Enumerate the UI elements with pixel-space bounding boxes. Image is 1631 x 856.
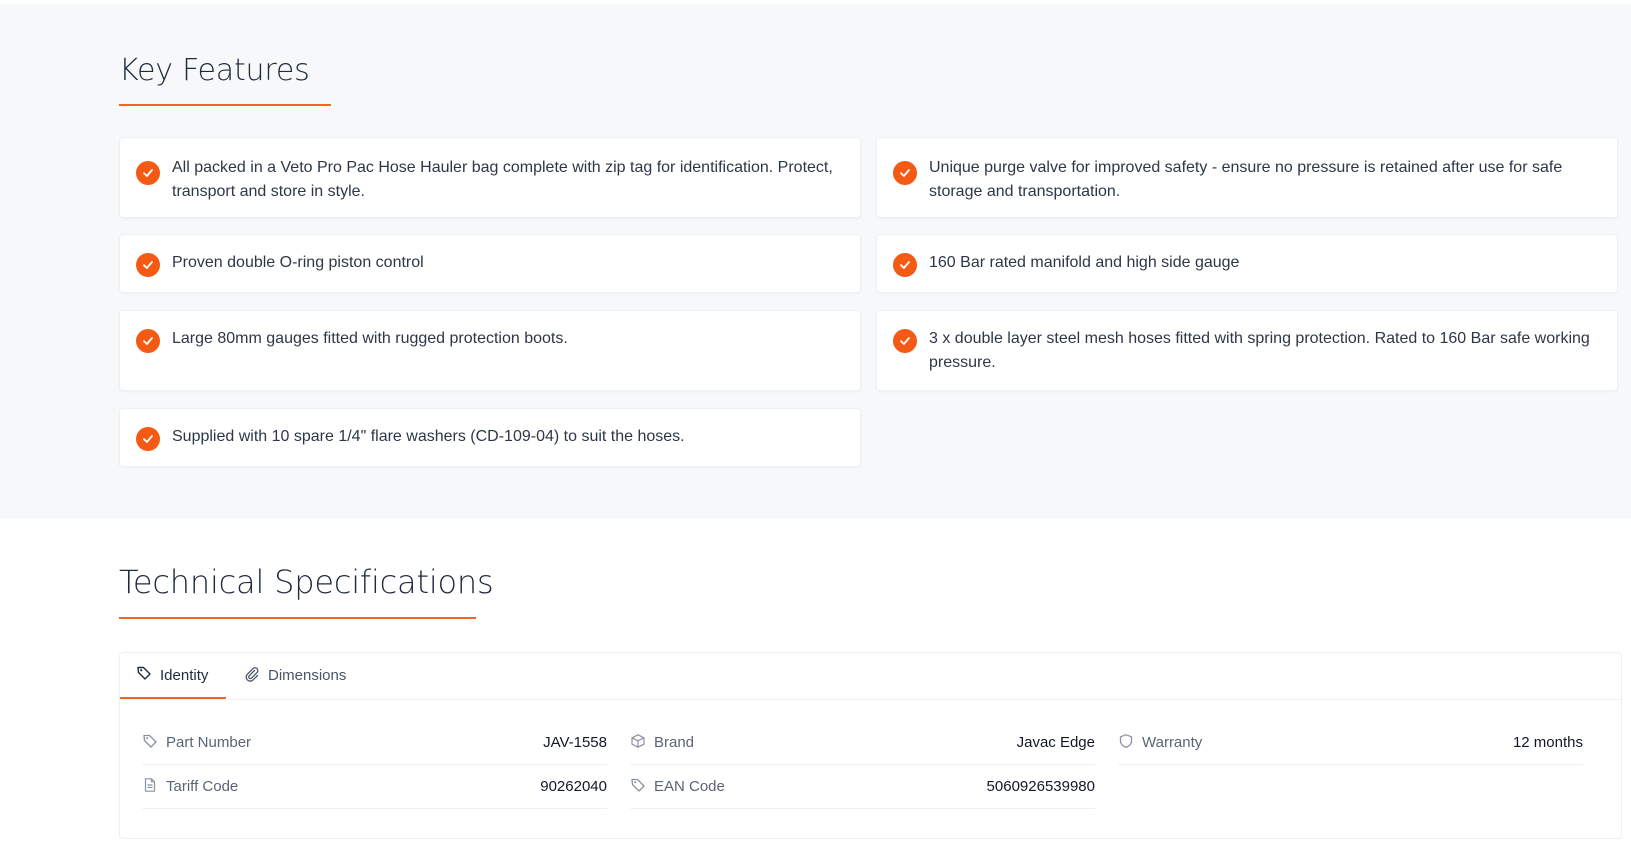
spec-value: 12 months bbox=[1512, 734, 1583, 751]
check-circle-icon bbox=[893, 329, 917, 353]
feature-card: Proven double O-ring piston control bbox=[119, 234, 861, 293]
spec-label: EAN Code bbox=[654, 778, 725, 795]
feature-card: 3 x double layer steel mesh hoses fitted… bbox=[876, 310, 1618, 391]
key-features-title: Key Features bbox=[119, 53, 310, 88]
feature-text: Large 80mm gauges fitted with rugged pro… bbox=[172, 330, 568, 347]
feature-text: All packed in a Veto Pro Pac Hose Hauler… bbox=[172, 159, 833, 200]
feature-text: 3 x double layer steel mesh hoses fitted… bbox=[929, 330, 1590, 371]
document-icon bbox=[142, 777, 166, 797]
paperclip-icon bbox=[244, 666, 268, 686]
spec-value: JAV-1558 bbox=[543, 734, 607, 751]
feature-card: Large 80mm gauges fitted with rugged pro… bbox=[119, 310, 861, 391]
tag-icon bbox=[136, 665, 160, 685]
tab-dimensions[interactable]: Dimensions bbox=[244, 653, 346, 698]
spec-row-brand: Brand Javac Edge bbox=[630, 721, 1095, 765]
feature-text: Proven double O-ring piston control bbox=[172, 254, 424, 271]
check-circle-icon bbox=[893, 161, 917, 185]
technical-specifications-title: Technical Specifications bbox=[119, 563, 494, 601]
feature-text: Supplied with 10 spare 1/4" flare washer… bbox=[172, 428, 685, 445]
check-circle-icon bbox=[136, 253, 160, 277]
spec-label: Tariff Code bbox=[166, 778, 239, 795]
box-icon bbox=[630, 733, 654, 753]
check-circle-icon bbox=[136, 329, 160, 353]
spec-label: Brand bbox=[654, 734, 695, 751]
tab-identity[interactable]: Identity bbox=[120, 653, 226, 699]
spec-value: 5060926539980 bbox=[986, 778, 1095, 795]
spec-row-ean-code: EAN Code 5060926539980 bbox=[630, 765, 1095, 809]
spec-label: Warranty bbox=[1142, 734, 1203, 751]
feature-text: Unique purge valve for improved safety -… bbox=[929, 159, 1563, 200]
feature-card: All packed in a Veto Pro Pac Hose Hauler… bbox=[119, 137, 861, 218]
spec-tab-bar: Identity Dimensions bbox=[120, 653, 1621, 700]
check-circle-icon bbox=[893, 253, 917, 277]
feature-card: 160 Bar rated manifold and high side gau… bbox=[876, 234, 1618, 293]
tab-label: Identity bbox=[160, 666, 209, 684]
spec-row-part-number: Part Number JAV-1558 bbox=[142, 721, 607, 765]
spec-value: Javac Edge bbox=[1016, 734, 1095, 751]
spec-row-warranty: Warranty 12 months bbox=[1118, 721, 1583, 765]
spec-value: 90262040 bbox=[540, 778, 607, 795]
feature-card: Supplied with 10 spare 1/4" flare washer… bbox=[119, 408, 861, 467]
check-circle-icon bbox=[136, 427, 160, 451]
tag-icon bbox=[630, 777, 654, 797]
key-features-underline bbox=[119, 104, 331, 106]
key-features-section: Key Features All packed in a Veto Pro Pa… bbox=[0, 4, 1631, 518]
technical-specifications-underline bbox=[119, 617, 476, 619]
check-circle-icon bbox=[136, 161, 160, 185]
tag-icon bbox=[142, 733, 166, 753]
shield-icon bbox=[1118, 733, 1142, 753]
tab-label: Dimensions bbox=[268, 667, 347, 684]
spec-label: Part Number bbox=[166, 734, 252, 751]
specifications-panel: Identity Dimensions Part Number JAV-1558… bbox=[119, 652, 1622, 839]
feature-text: 160 Bar rated manifold and high side gau… bbox=[929, 254, 1240, 271]
feature-card: Unique purge valve for improved safety -… bbox=[876, 137, 1618, 218]
spec-row-tariff-code: Tariff Code 90262040 bbox=[142, 765, 607, 809]
